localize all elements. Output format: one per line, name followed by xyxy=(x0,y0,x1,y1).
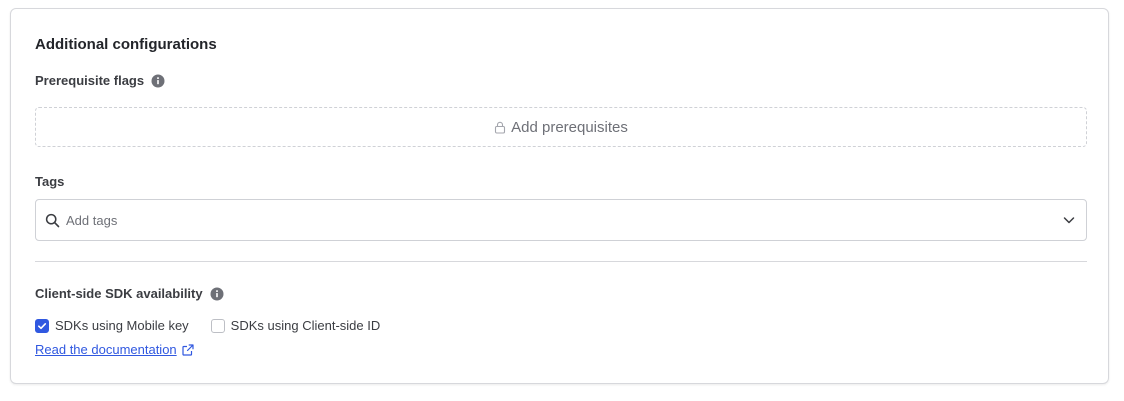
tags-input[interactable] xyxy=(66,212,1062,228)
mobile-key-checkbox[interactable] xyxy=(35,318,49,333)
tags-label: Tags xyxy=(35,174,65,189)
sdk-availability-options: SDKs using Mobile key SDKs using Client-… xyxy=(35,318,402,333)
search-icon xyxy=(45,213,60,227)
lock-icon xyxy=(495,121,506,134)
read-documentation-link[interactable]: Read the documentation xyxy=(35,342,194,357)
external-link-icon xyxy=(182,343,194,356)
read-documentation-label: Read the documentation xyxy=(35,342,177,357)
client-side-id-option[interactable]: SDKs using Client-side ID xyxy=(210,318,381,333)
info-icon[interactable] xyxy=(210,287,224,301)
client-side-id-label: SDKs using Client-side ID xyxy=(230,318,381,333)
client-side-id-checkbox[interactable] xyxy=(210,318,225,333)
section-divider xyxy=(35,261,1087,262)
panel-title: Additional configurations xyxy=(35,36,217,53)
tags-select[interactable] xyxy=(35,199,1087,241)
mobile-key-option[interactable]: SDKs using Mobile key xyxy=(35,318,189,333)
checkmark-icon xyxy=(38,322,47,329)
add-prerequisites-button[interactable]: Add prerequisites xyxy=(35,107,1087,147)
chevron-down-icon[interactable] xyxy=(1062,213,1076,227)
sdk-availability-label: Client-side SDK availability xyxy=(35,286,203,301)
additional-configurations-panel: Additional configurations Prerequisite f… xyxy=(10,8,1109,384)
sdk-availability-label-row: Client-side SDK availability xyxy=(35,286,224,301)
prerequisite-flags-label-row: Prerequisite flags xyxy=(35,73,165,88)
prerequisite-flags-label: Prerequisite flags xyxy=(35,73,145,88)
add-prerequisites-label: Add prerequisites xyxy=(511,118,628,136)
info-icon[interactable] xyxy=(151,74,165,88)
mobile-key-label: SDKs using Mobile key xyxy=(55,318,189,333)
